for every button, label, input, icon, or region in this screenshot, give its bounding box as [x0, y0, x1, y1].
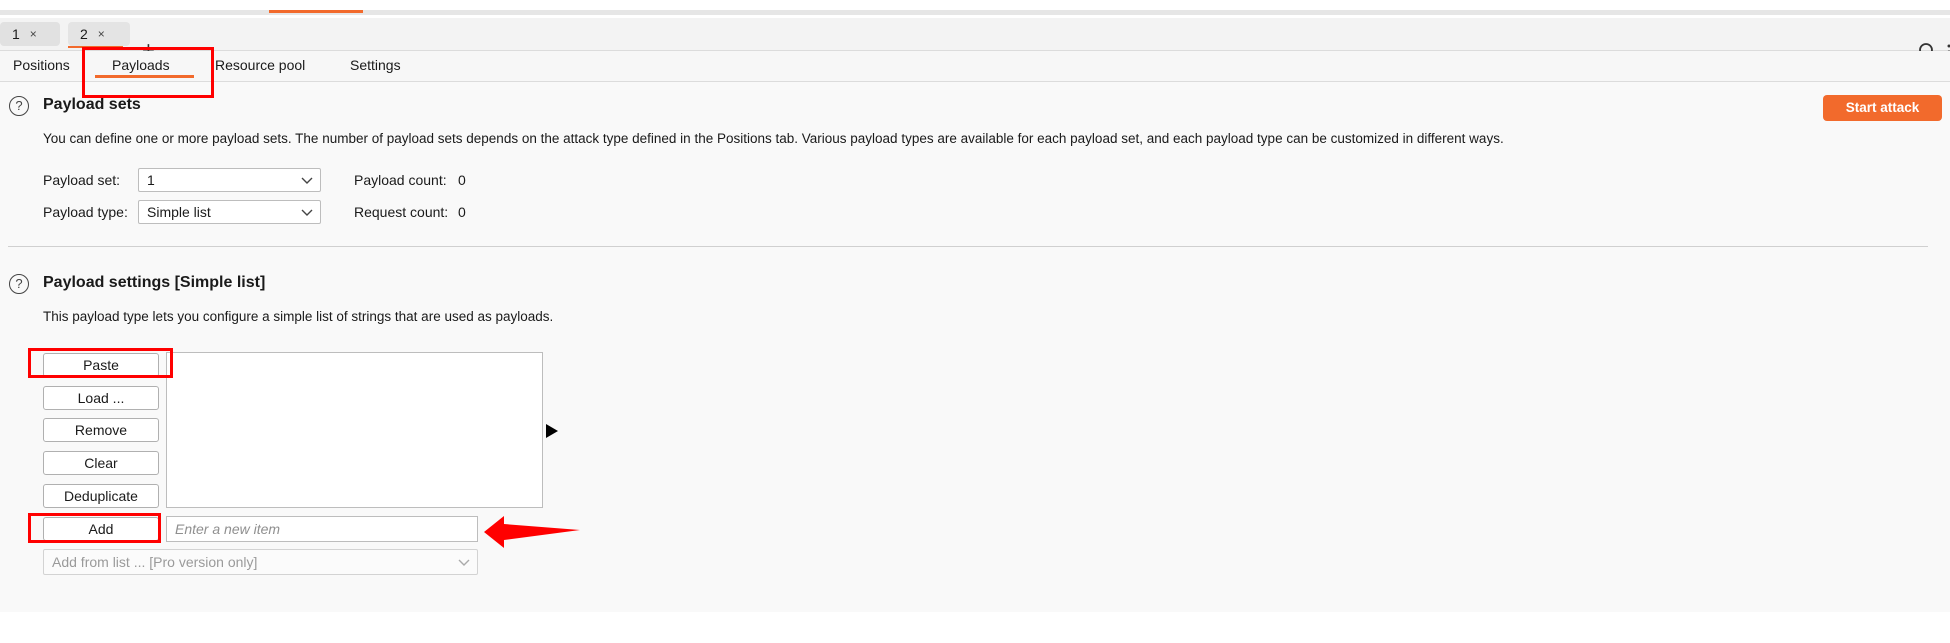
tab-label: 1	[12, 26, 20, 42]
play-icon	[546, 424, 558, 438]
arrow-icon	[484, 516, 580, 548]
window-top-strip	[0, 10, 1950, 15]
start-attack-button[interactable]: Start attack	[1823, 95, 1942, 121]
tab-positions[interactable]: Positions	[13, 57, 70, 73]
request-count-value: 0	[458, 204, 466, 220]
payload-count-value: 0	[458, 172, 466, 188]
section-divider	[8, 246, 1928, 247]
tab-label: 2	[80, 26, 88, 42]
payload-settings-description: This payload type lets you configure a s…	[43, 309, 554, 324]
payloads-tab-underline	[95, 75, 194, 78]
chevron-down-icon	[458, 559, 470, 566]
payload-set-label: Payload set:	[43, 172, 121, 188]
add-from-list-value: Add from list ... [Pro version only]	[52, 554, 258, 570]
payload-sets-title: Payload sets	[43, 96, 141, 113]
payload-type-label: Payload type:	[43, 204, 128, 220]
close-icon[interactable]: ×	[98, 27, 105, 41]
remove-button[interactable]: Remove	[43, 418, 159, 442]
payload-set-value: 1	[147, 172, 155, 188]
help-icon[interactable]: ?	[9, 274, 29, 294]
deduplicate-button[interactable]: Deduplicate	[43, 484, 159, 508]
add-button[interactable]: Add	[43, 517, 159, 541]
tab-resource-pool[interactable]: Resource pool	[215, 57, 305, 73]
intruder-tab-bar: 1 × 2 × +	[0, 18, 1950, 62]
close-icon[interactable]: ×	[30, 27, 37, 41]
payload-set-select[interactable]: 1	[138, 168, 321, 192]
paste-button[interactable]: Paste	[43, 353, 159, 377]
sub-tab-bar: Positions Payloads Resource pool Setting…	[0, 51, 1950, 82]
intruder-tab-2[interactable]: 2 ×	[68, 22, 130, 46]
tab-payloads[interactable]: Payloads	[112, 57, 170, 73]
payload-type-value: Simple list	[147, 204, 211, 220]
load-button[interactable]: Load ...	[43, 386, 159, 410]
payload-type-select[interactable]: Simple list	[138, 200, 321, 224]
active-tab-accent	[269, 10, 363, 13]
payload-count-label: Payload count:	[354, 172, 447, 188]
payload-settings-title: Payload settings [Simple list]	[43, 274, 266, 291]
active-tab-underline	[68, 46, 123, 48]
add-from-list-select: Add from list ... [Pro version only]	[43, 549, 478, 575]
new-item-input[interactable]	[166, 516, 478, 542]
chevron-down-icon	[301, 209, 313, 216]
payload-list[interactable]	[166, 352, 543, 508]
request-count-label: Request count:	[354, 204, 449, 220]
payload-sets-description: You can define one or more payload sets.…	[43, 131, 1504, 146]
help-icon[interactable]: ?	[9, 96, 29, 116]
intruder-tab-1[interactable]: 1 ×	[0, 22, 60, 46]
tab-settings[interactable]: Settings	[350, 57, 401, 73]
clear-button[interactable]: Clear	[43, 451, 159, 475]
chevron-down-icon	[301, 177, 313, 184]
